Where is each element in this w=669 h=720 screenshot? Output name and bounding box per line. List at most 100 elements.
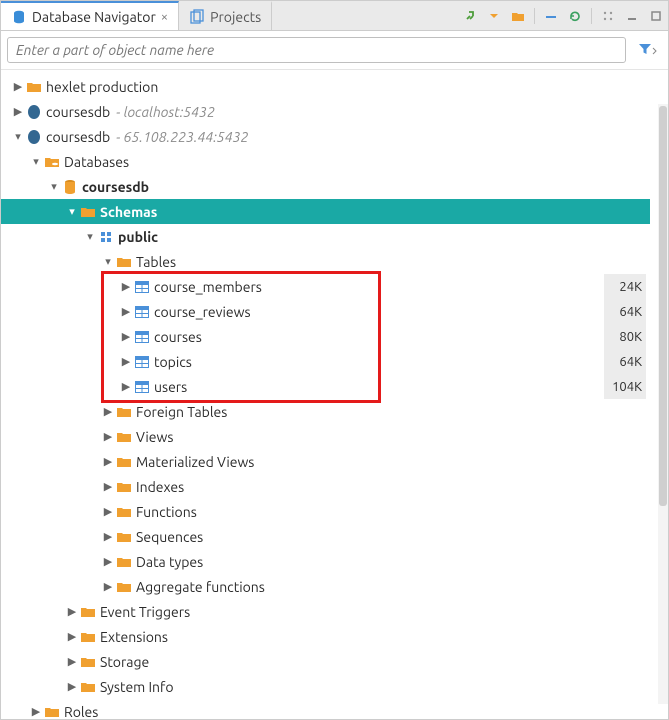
tab-bar: Database Navigator × Projects [1,1,668,31]
table-name: courses [154,329,202,345]
caret-right-icon: ▶ [119,380,133,393]
table-name: topics [154,354,192,370]
folder-icon [25,80,43,94]
tree-folder-roles[interactable]: ▶ Roles [1,699,650,719]
tree-label: Schemas [100,204,157,220]
folder-icon [115,455,133,469]
tree-label: hexlet production [46,79,158,95]
tree-table[interactable]: ▶ course_members 24K [1,274,650,299]
folder-db-icon [43,155,61,169]
folder-roles-icon [43,705,61,719]
table-size: 64K [604,299,646,324]
folder-icon [79,655,97,669]
caret-right-icon: ▶ [119,305,133,318]
postgres-icon [25,104,43,120]
caret-right-icon: ▶ [119,355,133,368]
refresh-icon[interactable] [565,6,585,26]
table-size: 24K [604,274,646,299]
folder-icon [79,605,97,619]
tree-label: Storage [100,654,149,670]
caret-right-icon: ▶ [29,705,43,718]
menu-icon[interactable] [598,6,618,26]
tree-label: Sequences [136,529,203,545]
tree-item-db-local[interactable]: ▶ coursesdb - localhost:5432 [1,99,650,124]
tree-table[interactable]: ▶ topics 64K [1,349,650,374]
minimize-panel-icon[interactable] [622,6,642,26]
tree-hint: - 65.108.223.44:5432 [116,129,248,145]
tree-folder-sequences[interactable]: ▶ Sequences [1,524,650,549]
database-icon [61,179,79,195]
folder-icon [115,480,133,494]
tree-label: Foreign Tables [136,404,227,420]
projects-icon [189,9,205,25]
tab-projects[interactable]: Projects [179,1,272,30]
tree-folder-aggregate[interactable]: ▶ Aggregate functions [1,574,650,599]
tree-label: System Info [100,679,174,695]
caret-right-icon: ▶ [11,80,25,93]
folder-icon [79,680,97,694]
folder-tables-icon [115,255,133,269]
caret-right-icon: ▶ [65,655,79,668]
tab-database-navigator[interactable]: Database Navigator × [1,1,179,30]
tree-folder-databases[interactable]: ▾ Databases [1,149,650,174]
tab-label: Database Navigator [32,9,156,25]
tree-folder-tables[interactable]: ▾ Tables [1,249,650,274]
search-input[interactable] [7,37,626,63]
tree-table[interactable]: ▶ course_reviews 64K [1,299,650,324]
tree-folder-data-types[interactable]: ▶ Data types [1,549,650,574]
scrollbar-thumb[interactable] [659,106,667,506]
database-nav-icon [11,9,27,25]
tree-item-hexlet[interactable]: ▶ hexlet production [1,74,650,99]
tree-folder-indexes[interactable]: ▶ Indexes [1,474,650,499]
caret-right-icon: ▶ [11,105,25,118]
tree-item-db-remote[interactable]: ▾ coursesdb - 65.108.223.44:5432 [1,124,650,149]
folder-icon[interactable] [508,6,528,26]
tree-folder-storage[interactable]: ▶ Storage [1,649,650,674]
caret-right-icon: ▶ [101,555,115,568]
tree-label: Functions [136,504,197,520]
caret-down-icon: ▾ [29,155,43,168]
caret-down-icon: ▾ [65,205,79,218]
tree-folder-event-triggers[interactable]: ▶ Event Triggers [1,599,650,624]
tree-table[interactable]: ▶ users 104K [1,374,650,399]
tree-hint: - localhost:5432 [116,104,215,120]
schema-icon [97,230,115,244]
tree-folder-functions[interactable]: ▶ Functions [1,499,650,524]
tree-label: Event Triggers [100,604,190,620]
tab-label: Projects [210,9,261,25]
tree-view[interactable]: ▶ hexlet production ▶ coursesdb - localh… [1,70,668,719]
close-icon[interactable]: × [161,10,168,24]
tree-folder-schemas[interactable]: ▾ Schemas [1,199,650,224]
maximize-panel-icon[interactable] [646,6,666,26]
folder-schema-icon [79,205,97,219]
filter-button[interactable] [632,37,662,63]
tree-label: Views [136,429,173,445]
tree-folder-system-info[interactable]: ▶ System Info [1,674,650,699]
tree-label: Aggregate functions [136,579,265,595]
tree-table[interactable]: ▶ courses 80K [1,324,650,349]
tree-schema-public[interactable]: ▾ public [1,224,650,249]
caret-down-icon: ▾ [47,180,61,193]
caret-right-icon: ▶ [101,405,115,418]
tree-label: Tables [136,254,176,270]
tree-folder-views[interactable]: ▶ Views [1,424,650,449]
folder-icon [115,405,133,419]
caret-right-icon: ▶ [119,280,133,293]
caret-down-icon: ▾ [101,255,115,268]
tree-label: Materialized Views [136,454,254,470]
tree-label: coursesdb [46,129,110,145]
table-name: course_reviews [154,304,251,320]
tree-item-coursesdb[interactable]: ▾ coursesdb [1,174,650,199]
scrollbar[interactable] [658,104,668,704]
minimize-icon[interactable] [541,6,561,26]
tree-label: Roles [64,704,98,720]
connect-icon[interactable] [460,6,480,26]
table-size: 80K [604,324,646,349]
tree-folder-extensions[interactable]: ▶ Extensions [1,624,650,649]
dropdown-icon[interactable] [484,6,504,26]
tree-folder-mat-views[interactable]: ▶ Materialized Views [1,449,650,474]
table-name: course_members [154,279,262,295]
tree-folder-foreign-tables[interactable]: ▶ Foreign Tables [1,399,650,424]
caret-right-icon: ▶ [101,580,115,593]
caret-right-icon: ▶ [101,480,115,493]
